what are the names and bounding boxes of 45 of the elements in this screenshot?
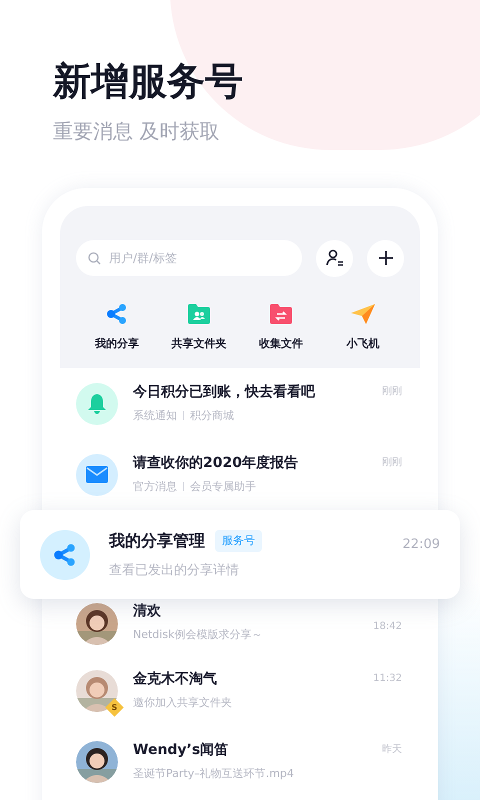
plus-icon: [378, 250, 394, 266]
contacts-icon: [326, 249, 344, 267]
message-title: Wendy’s闻笛: [133, 742, 230, 760]
service-card[interactable]: 我的分享管理 服务号 查看已发出的分享详情 22:09: [20, 510, 460, 599]
shortcut-button[interactable]: 共享文件夹: [158, 302, 240, 352]
message-time: 刚刚: [382, 456, 402, 470]
message-title: 我的分享管理: [109, 530, 205, 552]
shortcut-button[interactable]: 我的分享: [76, 302, 158, 352]
chat-row[interactable]: 今日积分已到账，快去看看吧 系统通知 积分商城 刚刚: [60, 368, 420, 439]
share-icon: [105, 302, 129, 326]
subheadline: 重要消息 及时获取: [53, 118, 220, 144]
envelope-icon: [86, 466, 108, 483]
service-tag: 服务号: [215, 530, 262, 552]
message-preview: 圣诞节Party–礼物互送环节.mp4: [133, 766, 294, 781]
message-preview: 查看已发出的分享详情: [109, 562, 240, 580]
search-field[interactable]: 用户/群/标签: [76, 240, 302, 276]
chat-row[interactable]: Wendy’s闻笛 圣诞节Party–礼物互送环节.mp4 昨天: [60, 726, 420, 797]
message-time: 刚刚: [382, 385, 402, 399]
message-title: 清欢: [133, 603, 162, 620]
chat-row[interactable]: 清欢 Netdisk例会模版求分享～ 18:42: [60, 599, 420, 655]
contacts-button[interactable]: [316, 240, 353, 276]
arrows-folder-icon: [269, 303, 293, 325]
people-folder-icon: [187, 303, 211, 325]
message-title: 金克木不淘气: [133, 671, 218, 689]
message-preview: Netdisk例会模版求分享～: [133, 628, 262, 642]
chat-row[interactable]: 请查收你的2020年度报告 官方消息 会员专属助手 刚刚: [60, 439, 420, 510]
message-preview: 官方消息: [133, 480, 177, 494]
message-source: 积分商城: [190, 408, 234, 423]
headline: 新增服务号: [53, 58, 244, 105]
message-time: 昨天: [382, 743, 402, 757]
message-preview: 系统通知: [133, 408, 177, 423]
message-time: 18:42: [373, 620, 402, 634]
message-time: 22:09: [402, 536, 440, 554]
bell-icon: [87, 392, 107, 414]
message-source: 会员专属助手: [190, 480, 256, 494]
chat-row[interactable]: S 金克木不淘气 邀你加入共享文件夹 11:32: [60, 655, 420, 726]
message-title: 今日积分已到账，快去看看吧: [133, 384, 316, 402]
shortcut-button[interactable]: 小飞机: [322, 302, 404, 352]
message-time: 11:32: [373, 672, 402, 686]
message-title: 请查收你的2020年度报告: [133, 455, 299, 473]
search-icon: [88, 252, 101, 265]
shortcut-button[interactable]: 收集文件: [240, 302, 322, 352]
add-button[interactable]: [367, 240, 404, 276]
message-preview: 邀你加入共享文件夹: [133, 696, 232, 710]
paper-plane-icon: [350, 303, 376, 325]
